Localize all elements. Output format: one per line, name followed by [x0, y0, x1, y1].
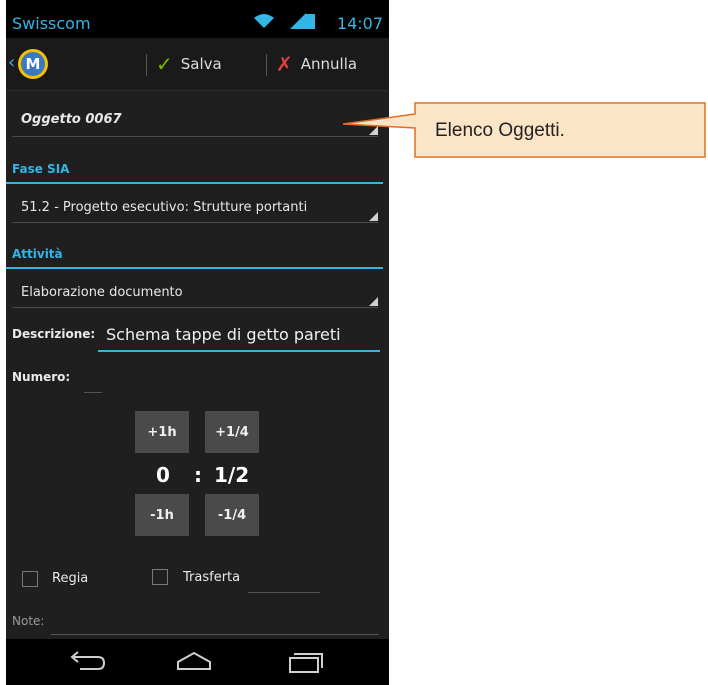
attivita-value: Elaborazione documento: [21, 285, 183, 300]
section-divider: [6, 267, 383, 269]
numero-input[interactable]: [84, 370, 102, 393]
cancel-label: Annulla: [300, 55, 358, 73]
wifi-icon: [254, 14, 274, 28]
regia-label: Regia: [52, 571, 89, 586]
numero-label: Numero:: [12, 370, 71, 384]
hours-value: 0: [156, 463, 170, 487]
add-quarter-button[interactable]: +1/4: [205, 411, 259, 453]
close-icon: ✗: [276, 52, 293, 76]
action-divider: [146, 54, 147, 76]
dropdown-corner-icon: [369, 297, 378, 306]
note-label: Note:: [12, 614, 45, 628]
carrier-name: Swisscom: [12, 14, 91, 33]
descrizione-input[interactable]: Schema tappe di getto pareti: [98, 322, 380, 352]
phone-screen: Swisscom 14:07 ‹ M ✓ Salva ✗ Annulla Ogg…: [6, 0, 389, 685]
app-logo-letter: M: [21, 52, 45, 76]
dropdown-corner-icon: [369, 212, 378, 221]
up-chevron-icon[interactable]: ‹: [8, 52, 15, 73]
home-icon[interactable]: [174, 650, 214, 672]
regia-checkbox[interactable]: [22, 571, 38, 587]
clock: 14:07: [336, 14, 383, 33]
app-logo[interactable]: M: [18, 49, 48, 79]
recent-apps-icon[interactable]: [286, 650, 326, 674]
cancel-button[interactable]: ✗ Annulla: [276, 48, 357, 80]
fase-sia-spinner[interactable]: 51.2 - Progetto esecutivo: Strutture por…: [12, 188, 378, 223]
time-separator: :: [194, 463, 202, 487]
trasferta-label: Trasferta: [183, 570, 241, 585]
fase-sia-label: Fase SIA: [12, 162, 70, 176]
add-hour-button[interactable]: +1h: [135, 411, 189, 453]
status-bar: Swisscom 14:07: [6, 0, 389, 38]
fase-sia-value: 51.2 - Progetto esecutivo: Strutture por…: [21, 200, 308, 215]
trasferta-input[interactable]: [248, 574, 320, 593]
oggetto-value: Oggetto 0067: [21, 112, 122, 127]
trasferta-checkbox[interactable]: [152, 569, 168, 585]
descrizione-value: Schema tappe di getto pareti: [106, 325, 341, 344]
attivita-label: Attività: [12, 247, 63, 261]
save-button[interactable]: ✓ Salva: [156, 48, 222, 80]
battery-icon: [306, 14, 315, 29]
section-divider: [6, 182, 383, 184]
signal-icon: [290, 13, 306, 29]
back-icon[interactable]: [66, 649, 106, 673]
checkmark-icon: ✓: [156, 52, 173, 76]
action-divider: [266, 54, 267, 76]
subtract-quarter-button[interactable]: -1/4: [205, 494, 259, 536]
oggetto-spinner[interactable]: Oggetto 0067: [12, 98, 378, 137]
descrizione-label: Descrizione:: [12, 327, 96, 341]
fraction-value: 1/2: [214, 463, 250, 487]
action-bar: ‹ M ✓ Salva ✗ Annulla: [6, 38, 389, 91]
subtract-hour-button[interactable]: -1h: [135, 494, 189, 536]
navigation-bar: [6, 639, 389, 685]
callout-text: Elenco Oggetti.: [435, 120, 565, 141]
note-input[interactable]: [51, 614, 379, 635]
save-label: Salva: [180, 55, 222, 73]
attivita-spinner[interactable]: Elaborazione documento: [12, 273, 378, 308]
